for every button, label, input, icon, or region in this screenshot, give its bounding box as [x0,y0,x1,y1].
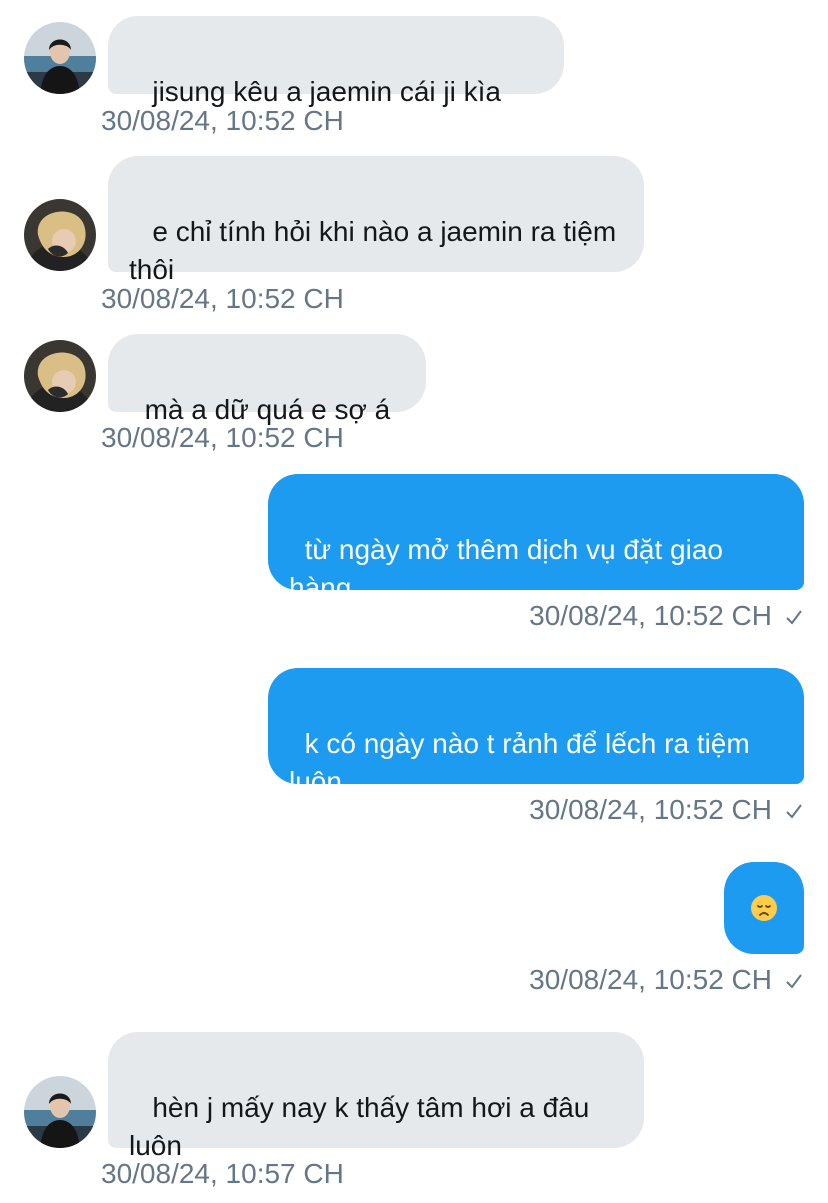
message-timestamp: 30/08/24, 10:52 CH [529,793,804,827]
message-text: hèn j mấy nay k thấy tâm hơi a đâu luôn [129,1092,598,1161]
message-bubble[interactable]: mà a dữ quá e sợ á [108,334,426,425]
timestamp-text: 30/08/24, 10:52 CH [529,964,772,995]
sent-check-icon [786,974,802,989]
message-text: từ ngày mở thêm dịch vụ đặt giao hàng [289,534,731,603]
sender-avatar[interactable] [24,22,96,94]
avatar-blonde-image [24,340,96,412]
message-text: k có ngày nào t rảnh để lếch ra tiệm luô… [289,728,758,797]
message-bubble[interactable]: e chỉ tính hỏi khi nào a jaemin ra tiệm … [108,156,644,285]
sent-check-icon [786,610,802,625]
timestamp-text: 30/08/24, 10:52 CH [529,794,772,825]
message-text: jisung kêu a jaemin cái ji kìa [144,76,501,107]
disappointed-face-icon: 😞 [751,895,777,921]
message-bubble[interactable]: jisung kêu a jaemin cái ji kìa [108,16,564,107]
timestamp-text: 30/08/24, 10:52 CH [529,600,772,631]
sent-check-icon [786,804,802,819]
sender-avatar[interactable] [24,199,96,271]
sender-avatar[interactable] [24,340,96,412]
message-timestamp: 30/08/24, 10:52 CH [101,105,344,136]
message-timestamp: 30/08/24, 10:52 CH [101,283,344,314]
message-timestamp: 30/08/24, 10:52 CH [101,422,344,453]
avatar-blonde-image [24,199,96,271]
sender-avatar[interactable] [24,1076,96,1148]
message-bubble-outgoing[interactable]: 😞 [724,862,804,954]
message-bubble-outgoing[interactable]: k có ngày nào t rảnh để lếch ra tiệm luô… [268,668,804,797]
message-text: e chỉ tính hỏi khi nào a jaemin ra tiệm … [129,216,624,285]
message-bubble[interactable]: hèn j mấy nay k thấy tâm hơi a đâu luôn [108,1032,644,1161]
message-timestamp: 30/08/24, 10:52 CH [529,599,804,633]
avatar-boy-image [24,22,96,94]
message-timestamp: 30/08/24, 10:57 CH [101,1158,344,1189]
avatar-boy-image [24,1076,96,1148]
message-timestamp: 30/08/24, 10:52 CH [529,963,804,997]
message-bubble-outgoing[interactable]: từ ngày mở thêm dịch vụ đặt giao hàng [268,474,804,603]
